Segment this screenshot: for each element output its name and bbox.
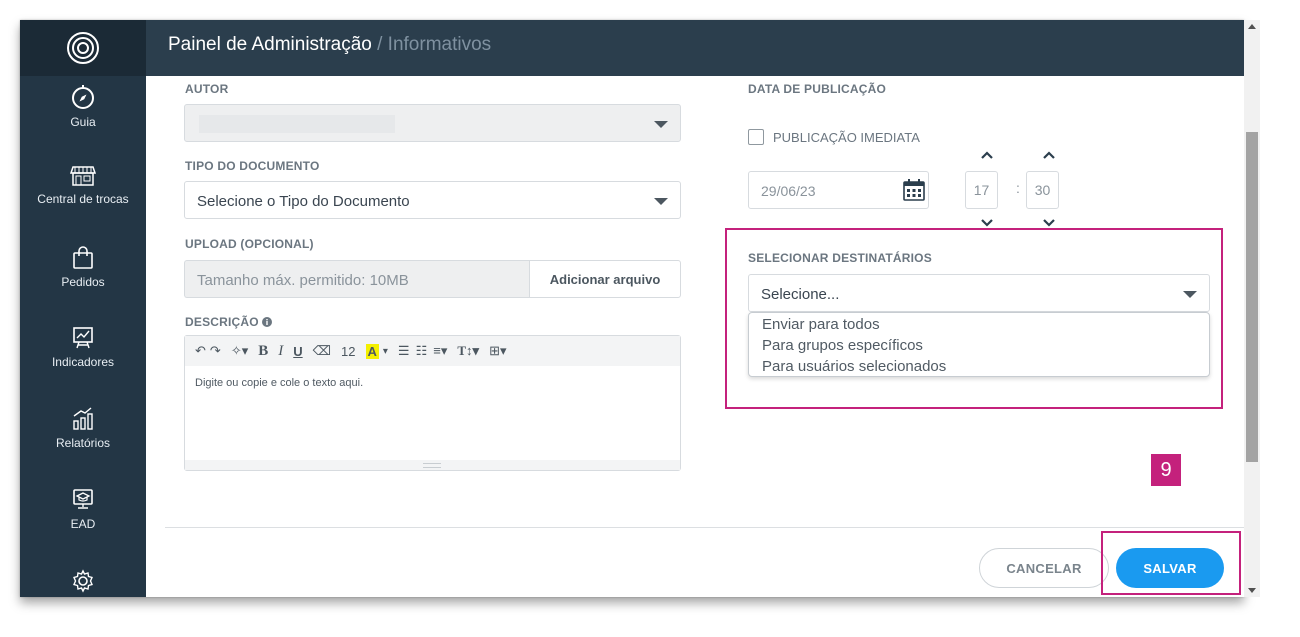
- compass-icon: [72, 85, 94, 109]
- app-logo[interactable]: [20, 20, 146, 76]
- footer-divider: [165, 527, 1244, 528]
- immediate-publish-label: PUBLICAÇÃO IMEDIATA: [773, 130, 920, 145]
- publish-date-label: DATA DE PUBLICAÇÃO: [748, 82, 887, 96]
- chevron-down-icon: [1183, 291, 1197, 298]
- description-editor[interactable]: ↶ ↷ ✧▾ B I U ⌫ 12 A ▾ ☰ ☷ ≡▾ T↕▾ ⊞▾ Digi…: [184, 335, 681, 471]
- dropdown-option[interactable]: Para grupos específicos: [762, 337, 923, 354]
- logo-icon: [67, 32, 99, 64]
- minute-up-icon[interactable]: [1043, 151, 1055, 159]
- app-window: Guia Central de trocas Pedidos Indicador…: [20, 20, 1244, 597]
- description-label-text: DESCRIÇÃO: [185, 315, 259, 329]
- sidebar-item-label: Pedidos: [61, 275, 105, 289]
- underline-icon[interactable]: U: [293, 344, 302, 359]
- recipients-value: Selecione...: [761, 286, 840, 303]
- dropdown-option[interactable]: Para usuários selecionados: [762, 358, 946, 375]
- sidebar: Guia Central de trocas Pedidos Indicador…: [20, 20, 146, 597]
- page-title: Painel de Administração / Informativos: [168, 34, 491, 56]
- presentation-chart-icon: [73, 327, 93, 349]
- author-value-redacted: [199, 115, 395, 133]
- step-badge: 9: [1151, 454, 1181, 486]
- table-icon[interactable]: ⊞▾: [489, 343, 506, 359]
- hour-up-icon[interactable]: [981, 151, 993, 159]
- bold-icon[interactable]: B: [258, 343, 268, 360]
- sidebar-item-guia[interactable]: Guia: [20, 84, 146, 154]
- breadcrumb-root: Painel de Administração: [168, 34, 372, 55]
- scroll-up-icon[interactable]: [1248, 24, 1256, 29]
- dropdown-caret-icon[interactable]: ▾: [383, 346, 388, 357]
- ordered-list-icon[interactable]: ☷: [416, 343, 428, 359]
- author-label: AUTOR: [185, 82, 229, 96]
- magic-wand-icon[interactable]: ✧▾: [231, 343, 248, 359]
- editor-placeholder: Digite ou copie e cole o texto aqui.: [195, 377, 364, 389]
- breadcrumb-current: / Informativos: [377, 34, 492, 55]
- chevron-down-icon: [654, 121, 668, 128]
- hour-field[interactable]: 17: [965, 171, 998, 209]
- bullet-list-icon[interactable]: ☰: [398, 343, 410, 359]
- chevron-down-icon: [654, 198, 668, 205]
- sidebar-item-label: EAD: [70, 517, 96, 531]
- sidebar-item-label: Relatórios: [55, 436, 111, 450]
- upload-label: UPLOAD (OPCIONAL): [185, 237, 314, 251]
- sidebar-item-relatorios[interactable]: Relatórios: [20, 407, 146, 477]
- highlight-color-icon[interactable]: A: [365, 343, 379, 359]
- editor-toolbar: ↶ ↷ ✧▾ B I U ⌫ 12 A ▾ ☰ ☷ ≡▾ T↕▾ ⊞▾: [185, 336, 680, 366]
- immediate-publish-checkbox[interactable]: [748, 129, 764, 145]
- info-icon[interactable]: [262, 317, 273, 327]
- redo-icon[interactable]: ↷: [210, 343, 221, 359]
- eraser-icon[interactable]: ⌫: [313, 343, 331, 359]
- date-field[interactable]: 29/06/23: [748, 171, 929, 209]
- bar-report-icon: [73, 407, 93, 430]
- doc-type-label: TIPO DO DOCUMENTO: [185, 159, 320, 173]
- sidebar-item-settings[interactable]: [20, 569, 146, 597]
- upload-field[interactable]: Tamanho máx. permitido: 10MB: [184, 260, 530, 298]
- sidebar-item-label: Guia: [70, 115, 96, 129]
- author-select: [184, 104, 681, 142]
- page-scrollbar[interactable]: [1244, 20, 1260, 597]
- recipients-select[interactable]: Selecione...: [748, 274, 1210, 312]
- font-size-value[interactable]: 12: [341, 344, 355, 359]
- italic-icon[interactable]: I: [278, 343, 283, 360]
- graduation-monitor-icon: [73, 489, 93, 509]
- minute-down-icon[interactable]: [1043, 219, 1055, 227]
- sidebar-item-label: Indicadores: [51, 355, 115, 369]
- save-button[interactable]: SALVAR: [1116, 548, 1224, 588]
- scroll-down-icon[interactable]: [1248, 588, 1256, 593]
- description-label: DESCRIÇÃO: [185, 315, 273, 329]
- sidebar-item-ead[interactable]: EAD: [20, 488, 146, 558]
- minute-field[interactable]: 30: [1026, 171, 1059, 209]
- sidebar-item-central-de-trocas[interactable]: Central de trocas: [20, 165, 146, 235]
- align-icon[interactable]: ≡▾: [433, 343, 447, 359]
- editor-resize-handle[interactable]: [185, 460, 680, 470]
- sidebar-item-label: Central de trocas: [37, 192, 129, 206]
- undo-icon[interactable]: ↶: [195, 343, 206, 359]
- dropdown-option[interactable]: Enviar para todos: [762, 316, 880, 333]
- doc-type-select[interactable]: Selecione o Tipo do Documento: [184, 181, 681, 219]
- recipients-label: SELECIONAR DESTINATÁRIOS: [748, 251, 932, 265]
- top-header: Painel de Administração / Informativos: [146, 20, 1244, 76]
- calendar-icon[interactable]: [903, 179, 925, 201]
- scroll-thumb[interactable]: [1246, 132, 1258, 462]
- cancel-button[interactable]: CANCELAR: [979, 548, 1109, 588]
- doc-type-value: Selecione o Tipo do Documento: [197, 193, 410, 210]
- date-value: 29/06/23: [761, 183, 816, 199]
- upload-placeholder: Tamanho máx. permitido: 10MB: [197, 272, 409, 289]
- hour-down-icon[interactable]: [981, 219, 993, 227]
- text-height-icon[interactable]: T↕▾: [457, 343, 479, 359]
- sidebar-item-pedidos[interactable]: Pedidos: [20, 246, 146, 316]
- time-separator: :: [1016, 180, 1020, 196]
- sidebar-item-indicadores[interactable]: Indicadores: [20, 326, 146, 396]
- recipients-dropdown: Enviar para todos Para grupos específico…: [748, 312, 1210, 377]
- add-file-button[interactable]: Adicionar arquivo: [529, 260, 681, 298]
- shopping-bag-icon: [73, 246, 93, 269]
- store-icon: [70, 166, 96, 186]
- gear-icon: [73, 569, 93, 593]
